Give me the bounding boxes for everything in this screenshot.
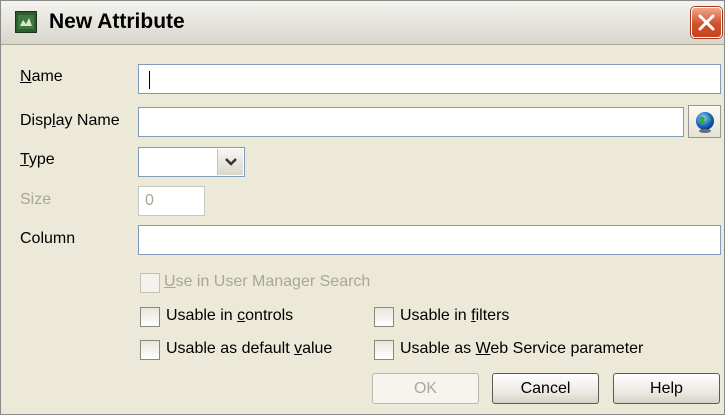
text-caret [149,71,150,89]
globe-icon [696,112,714,133]
usable-as-default-value-checkbox[interactable] [140,340,160,360]
translate-button[interactable] [688,105,721,138]
usable-in-controls-label[interactable]: Usable in controls [166,307,293,325]
display-name-label: Display Name [20,112,120,129]
use-in-user-manager-search-label: Use in User Manager Search [164,273,371,290]
use-in-user-manager-search-checkbox [140,273,160,293]
name-label: Name [20,68,63,85]
column-input[interactable] [138,225,721,255]
size-label: Size [20,191,52,208]
type-dropdown-button[interactable] [217,149,243,175]
column-label: Column [20,230,76,247]
type-select[interactable] [138,147,245,177]
usable-in-filters-label[interactable]: Usable in filters [400,307,509,325]
usable-in-controls-checkbox[interactable] [140,307,160,327]
help-button[interactable]: Help [613,373,720,404]
close-icon [698,14,715,31]
app-icon [15,11,37,33]
display-name-input[interactable] [138,107,684,137]
usable-as-web-service-parameter-checkbox[interactable] [374,340,394,360]
usable-as-web-service-parameter-label[interactable]: Usable as Web Service parameter [400,340,643,358]
type-label: Type [20,151,55,168]
size-input: 0 [138,186,205,216]
ok-button: OK [372,373,479,404]
usable-as-default-value-label[interactable]: Usable as default value [166,340,332,358]
title-bar[interactable]: New Attribute [1,1,724,45]
dialog-title: New Attribute [49,10,185,33]
new-attribute-dialog: New Attribute Name Display Name Type Siz… [0,0,725,415]
usable-in-filters-checkbox[interactable] [374,307,394,327]
chevron-down-icon [225,158,237,166]
close-button[interactable] [691,7,722,38]
cancel-button[interactable]: Cancel [492,373,599,404]
name-input[interactable] [138,64,721,94]
